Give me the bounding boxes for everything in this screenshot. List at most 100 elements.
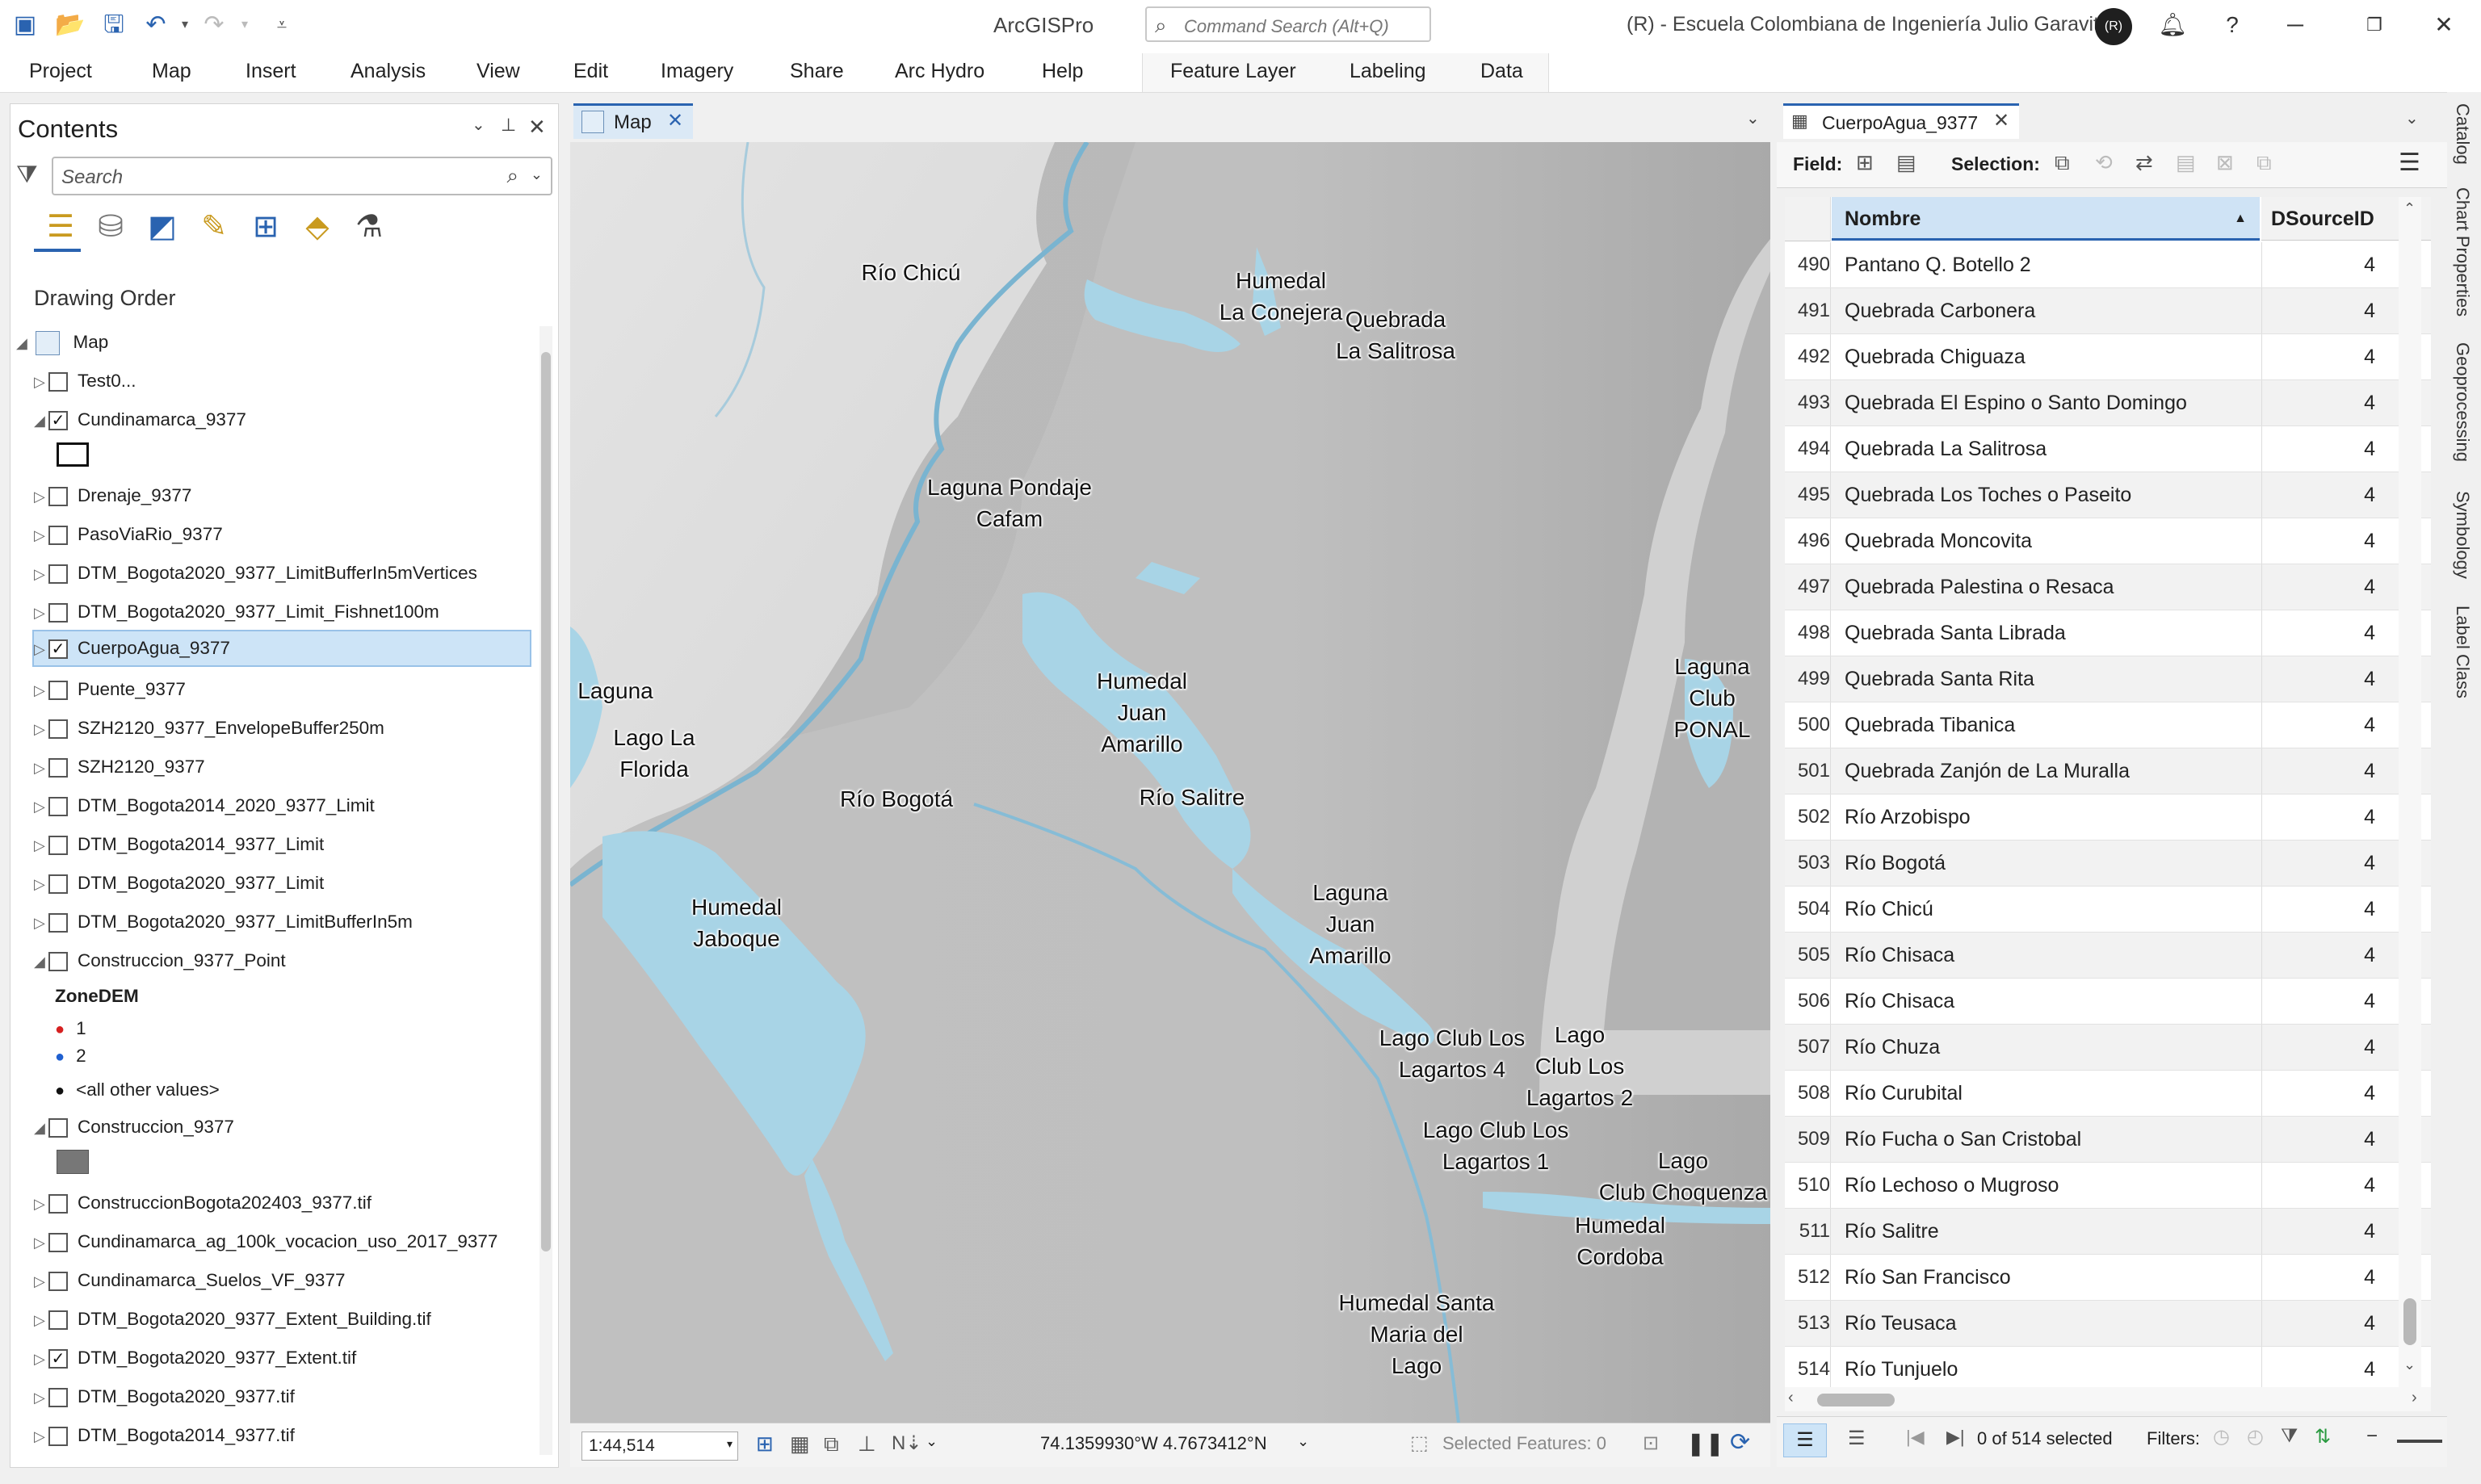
scroll-left-icon[interactable]: ‹: [1788, 1389, 1794, 1407]
cell-nombre[interactable]: Quebrada Chiguaza: [1845, 334, 2026, 379]
tab-map-view[interactable]: Map ✕: [573, 103, 693, 139]
expand-icon[interactable]: ▷: [34, 367, 48, 396]
layer-item[interactable]: ▷ Drenaje_9377: [34, 481, 191, 510]
cell-dsourceid[interactable]: 4: [2261, 426, 2377, 472]
layer-item[interactable]: ▷ ✓ DTM_Bogota2020_9377_Extent.tif: [34, 1344, 356, 1373]
help-icon[interactable]: ?: [2208, 6, 2256, 44]
cell-nombre[interactable]: Río Fucha o San Cristobal: [1845, 1117, 2081, 1162]
layer-checkbox[interactable]: [48, 1118, 68, 1138]
expand-icon[interactable]: ▷: [34, 1344, 48, 1373]
cell-dsourceid[interactable]: 4: [2261, 288, 2377, 333]
tab-imagery[interactable]: Imagery: [661, 60, 733, 83]
cell-dsourceid[interactable]: 4: [2261, 1347, 2377, 1387]
cell-nombre[interactable]: Quebrada Tibanica: [1845, 702, 2015, 748]
map-node[interactable]: ◢ Map: [16, 328, 108, 357]
tab-feature-layer[interactable]: Feature Layer: [1170, 60, 1296, 83]
table-row[interactable]: 491 Quebrada Carbonera 4: [1785, 288, 2431, 334]
layer-item[interactable]: ▷ SZH2120_9377: [34, 752, 205, 782]
layer-checkbox[interactable]: [48, 758, 68, 778]
filter-icon[interactable]: ⧩: [2281, 1425, 2298, 1448]
tab-analysis[interactable]: Analysis: [351, 60, 426, 83]
layer-checkbox[interactable]: ✓: [48, 639, 68, 660]
new-project-icon[interactable]: ▣: [11, 11, 39, 39]
expand-icon[interactable]: ▷: [34, 632, 48, 666]
layer-checkbox[interactable]: [48, 681, 68, 701]
scroll-up-icon[interactable]: ⌃: [2403, 200, 2416, 217]
tab-share[interactable]: Share: [790, 60, 844, 83]
clear-selection-icon[interactable]: ▤: [2176, 150, 2196, 175]
cell-nombre[interactable]: Quebrada Santa Rita: [1845, 656, 2034, 702]
layer-checkbox[interactable]: ✓: [48, 1349, 68, 1369]
layer-checkbox[interactable]: [48, 372, 68, 392]
map-canvas[interactable]: Río Chicú Humedal La Conejera Quebrada L…: [570, 142, 1770, 1423]
layer-checkbox[interactable]: [48, 1272, 68, 1292]
constraints-icon[interactable]: ⊥: [858, 1432, 876, 1457]
layer-checkbox[interactable]: [48, 874, 68, 895]
cell-dsourceid[interactable]: 4: [2261, 1025, 2377, 1070]
select-by-attributes-icon[interactable]: ⧉: [2055, 150, 2070, 176]
open-project-icon[interactable]: 📂: [55, 11, 85, 39]
chevron-down-icon[interactable]: ⌄: [1297, 1433, 1309, 1450]
layer-item[interactable]: ▷ SZH2120_9377_EnvelopeBuffer250m: [34, 714, 384, 743]
tab-help[interactable]: Help: [1042, 60, 1083, 83]
tab-data[interactable]: Data: [1480, 60, 1523, 83]
layer-item[interactable]: ▷ DTM_Bogota2020_9377_Limit: [34, 869, 324, 898]
cell-nombre[interactable]: Río Chisaca: [1845, 979, 1954, 1024]
layer-item-selected[interactable]: ▷ ✓ CuerpoAgua_9377: [32, 630, 531, 667]
layer-checkbox[interactable]: [48, 487, 68, 507]
cell-nombre[interactable]: Quebrada Moncovita: [1845, 518, 2032, 564]
cell-nombre[interactable]: Pantano Q. Botello 2: [1845, 242, 2031, 287]
expand-icon[interactable]: ▷: [34, 1267, 48, 1296]
undo-dropdown-icon[interactable]: ▾: [171, 11, 199, 39]
cell-dsourceid[interactable]: 4: [2261, 1301, 2377, 1346]
filter-extent-icon[interactable]: ◷: [2213, 1425, 2230, 1448]
dock-tab-symbology[interactable]: Symbology: [2452, 491, 2473, 579]
save-project-icon[interactable]: 🖫: [100, 11, 128, 39]
filter-icon[interactable]: ⧩: [16, 161, 38, 189]
cell-dsourceid[interactable]: 4: [2261, 1071, 2377, 1116]
cell-nombre[interactable]: Río San Francisco: [1845, 1255, 2011, 1300]
layer-item[interactable]: ▷ DTM_Bogota2020_9377.tif: [34, 1382, 295, 1411]
expand-icon[interactable]: ▷: [34, 1228, 48, 1257]
avatar[interactable]: (R): [2095, 8, 2132, 45]
expand-icon[interactable]: ▷: [34, 1306, 48, 1335]
layer-checkbox[interactable]: [48, 1310, 68, 1331]
cell-dsourceid[interactable]: 4: [2261, 242, 2377, 287]
layer-item[interactable]: ▷ Cundinamarca_ag_100k_vocacion_uso_2017_…: [34, 1227, 497, 1256]
column-header-nombre[interactable]: Nombre ▲: [1832, 197, 2260, 241]
copy-selection-icon[interactable]: ⧉: [2256, 150, 2272, 176]
legend-class[interactable]: ● 2: [55, 1042, 86, 1071]
tab-attribute-table[interactable]: ▦ CuerpoAgua_9377 ✕: [1783, 103, 2019, 139]
pin-icon[interactable]: ⊥: [501, 115, 516, 136]
cell-dsourceid[interactable]: 4: [2261, 472, 2377, 518]
chevron-down-icon[interactable]: ⌄: [926, 1433, 938, 1450]
expand-icon[interactable]: ▷: [34, 870, 48, 899]
layer-item[interactable]: ▷ PasoViaRio_9377: [34, 520, 223, 549]
table-row[interactable]: 506 Río Chisaca 4: [1785, 979, 2431, 1025]
table-vertical-scrollbar[interactable]: ⌃ ⌄: [2399, 197, 2421, 1387]
layer-checkbox[interactable]: [48, 1388, 68, 1408]
list-by-editing-icon[interactable]: ✎: [194, 207, 234, 247]
layer-item[interactable]: ◢ ✓ Cundinamarca_9377: [34, 405, 246, 434]
expand-icon[interactable]: ▷: [34, 676, 48, 705]
scroll-down-icon[interactable]: ⌄: [2403, 1356, 2416, 1373]
expand-icon[interactable]: ▷: [34, 715, 48, 744]
layer-checkbox[interactable]: [48, 1427, 68, 1447]
row-header-corner[interactable]: [1785, 197, 1831, 241]
expand-icon[interactable]: ▷: [34, 560, 48, 589]
cell-nombre[interactable]: Quebrada Los Toches o Paseito: [1845, 472, 2131, 518]
table-row[interactable]: 490 Pantano Q. Botello 2 4: [1785, 242, 2431, 288]
table-row[interactable]: 498 Quebrada Santa Librada 4: [1785, 610, 2431, 656]
tab-project[interactable]: Project: [29, 60, 92, 83]
cell-nombre[interactable]: Río Bogotá: [1845, 841, 1946, 886]
cell-dsourceid[interactable]: 4: [2261, 794, 2377, 840]
cell-dsourceid[interactable]: 4: [2261, 887, 2377, 932]
contents-scrollbar-thumb[interactable]: [541, 352, 551, 1251]
expand-icon[interactable]: ▷: [34, 521, 48, 550]
list-by-data-source-icon[interactable]: ⛁: [90, 207, 131, 247]
sort-icon[interactable]: ⇅: [2315, 1425, 2331, 1448]
cell-nombre[interactable]: Río Chuza: [1845, 1025, 1940, 1070]
cell-nombre[interactable]: Quebrada Santa Librada: [1845, 610, 2066, 656]
cell-nombre[interactable]: Quebrada La Salitrosa: [1845, 426, 2047, 472]
tab-edit[interactable]: Edit: [573, 60, 608, 83]
